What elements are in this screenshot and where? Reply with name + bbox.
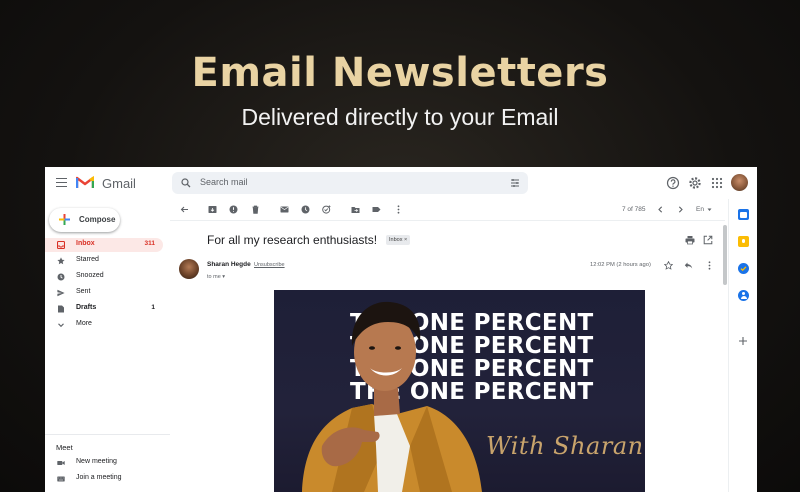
keep-icon[interactable] <box>738 236 749 247</box>
open-new-window-icon[interactable] <box>703 235 713 245</box>
sidebar-item-snoozed[interactable]: Snoozed <box>45 270 163 284</box>
reply-icon[interactable] <box>684 261 693 270</box>
search-icon[interactable] <box>181 178 191 188</box>
report-spam-icon[interactable] <box>229 205 238 214</box>
newsletter-banner: THE ONE PERCENT THE ONE PERCENT THE ONE … <box>274 290 645 492</box>
contacts-icon[interactable] <box>738 290 749 301</box>
inbox-icon <box>57 241 65 249</box>
main-menu-icon[interactable] <box>56 178 67 187</box>
compose-label: Compose <box>79 215 116 224</box>
sidebar-item-label: More <box>76 320 92 327</box>
hero-subtitle: Delivered directly to your Email <box>241 104 559 130</box>
sidebar-item-inbox[interactable]: Inbox 311 <box>45 238 163 252</box>
compose-button[interactable]: Compose <box>49 208 120 232</box>
settings-gear-icon[interactable] <box>688 176 702 190</box>
hero-title: Email Newsletters <box>191 50 609 96</box>
sender-name: Sharan Hegde <box>207 261 251 268</box>
sidebar-item-label: Drafts <box>76 304 97 311</box>
video-icon <box>57 461 65 465</box>
sidebar-item-label: Snoozed <box>76 272 104 279</box>
message-toolbar: 7 of 785 En <box>170 199 725 221</box>
gmail-logo-icon[interactable] <box>76 175 94 189</box>
presenter-photo <box>302 301 482 492</box>
banner-signature: With Sharan <box>486 432 644 460</box>
delete-icon[interactable] <box>251 205 260 214</box>
message-more-icon[interactable] <box>705 261 714 270</box>
meet-section-title: Meet <box>56 443 73 452</box>
calendar-icon[interactable] <box>738 209 749 220</box>
side-panel <box>728 199 757 492</box>
sender-avatar[interactable] <box>179 259 199 279</box>
caret-down-icon[interactable] <box>707 207 712 212</box>
star-outline-icon[interactable] <box>664 261 673 270</box>
add-task-icon[interactable] <box>322 205 331 214</box>
meet-item-label: Join a meeting <box>76 474 122 481</box>
send-icon <box>57 289 65 297</box>
label-icon[interactable] <box>372 205 381 214</box>
message-timestamp: 12:02 PM (2 hours ago) <box>590 262 651 268</box>
clock-icon <box>57 273 65 281</box>
draft-icon <box>58 305 64 313</box>
sidebar-item-sent[interactable]: Sent <box>45 286 163 300</box>
sidebar-item-label: Starred <box>76 256 99 263</box>
meet-item-label: New meeting <box>76 458 117 465</box>
input-tools-language[interactable]: En <box>696 206 704 213</box>
back-arrow-icon[interactable] <box>180 205 189 214</box>
account-avatar[interactable] <box>731 174 748 191</box>
new-meeting-button[interactable]: New meeting <box>45 457 163 469</box>
app-name: Gmail <box>102 176 136 191</box>
tasks-icon[interactable] <box>738 263 749 274</box>
apps-grid-icon[interactable] <box>710 176 724 190</box>
pagination-text: 7 of 785 <box>622 206 646 213</box>
keyboard-icon <box>57 476 65 482</box>
sidebar-item-starred[interactable]: Starred <box>45 254 163 268</box>
add-addon-icon[interactable] <box>738 336 748 346</box>
chevron-right-icon[interactable] <box>676 205 685 214</box>
mark-unread-icon[interactable] <box>280 205 289 214</box>
help-icon[interactable] <box>666 176 680 190</box>
recipient-details[interactable]: to me ▾ <box>207 274 225 280</box>
unread-count: 311 <box>144 240 156 247</box>
sidebar-item-label: Inbox <box>76 240 95 247</box>
chevron-down-icon <box>58 323 64 328</box>
compose-plus-icon <box>59 214 70 225</box>
search-options-icon[interactable] <box>510 178 520 188</box>
move-to-icon[interactable] <box>351 205 360 214</box>
more-vert-icon[interactable] <box>394 205 403 214</box>
scrollbar-thumb[interactable] <box>723 225 727 285</box>
top-bar: Gmail Search mail <box>45 167 757 199</box>
search-bar[interactable]: Search mail <box>172 172 528 194</box>
drafts-count: 1 <box>151 304 155 311</box>
gmail-window: Gmail Search mail Compose Inbox 311 Star… <box>45 167 757 492</box>
join-meeting-button[interactable]: Join a meeting <box>45 473 163 485</box>
sidebar-item-label: Sent <box>76 288 91 295</box>
message-subject: For all my research enthusiasts! <box>207 233 378 247</box>
snooze-icon[interactable] <box>301 205 310 214</box>
sidebar: Compose Inbox 311 Starred Snoozed Sent D… <box>45 199 170 492</box>
divider <box>45 434 170 435</box>
print-icon[interactable] <box>685 235 695 245</box>
search-input[interactable]: Search mail <box>200 177 248 187</box>
inbox-label-chip[interactable]: Inbox × <box>386 235 411 245</box>
archive-icon[interactable] <box>208 205 217 214</box>
chevron-left-icon[interactable] <box>656 205 665 214</box>
unsubscribe-link[interactable]: Unsubscribe <box>254 262 285 268</box>
sidebar-item-more[interactable]: More <box>45 318 163 332</box>
sidebar-item-drafts[interactable]: Drafts 1 <box>45 302 163 316</box>
star-icon <box>57 257 65 265</box>
